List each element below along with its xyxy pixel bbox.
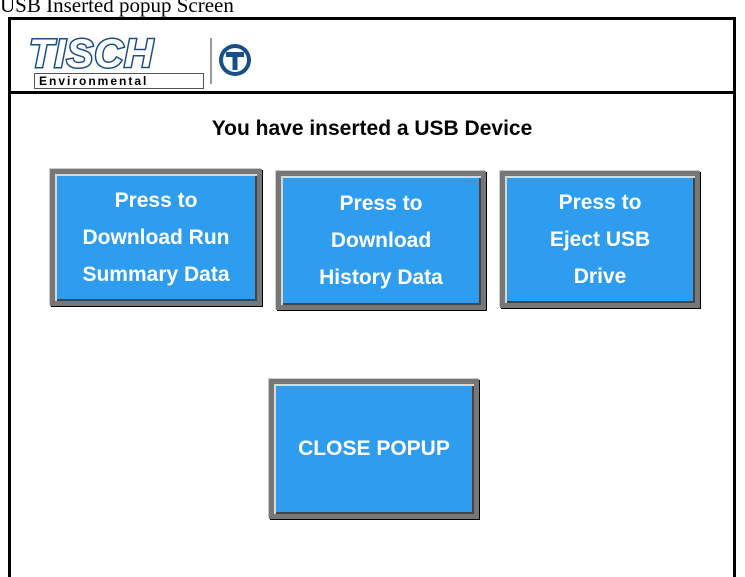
popup-window: TISCH Environmental You have inserted a … [8,17,736,577]
logo-divider [210,38,212,84]
tisch-t-icon [219,44,251,76]
header-divider [11,91,733,94]
logo-wordmark: TISCH [28,32,155,76]
download-history-button[interactable]: Press to Download History Data [276,171,486,310]
header: TISCH Environmental [11,20,733,94]
popup-title: You have inserted a USB Device [211,117,533,140]
logo-subtitle: Environmental [34,73,204,89]
close-popup-button[interactable]: CLOSE POPUP [269,379,479,519]
tisch-logo: TISCH Environmental [28,32,269,89]
download-run-summary-button[interactable]: Press to Download Run Summary Data [50,169,262,306]
eject-usb-button[interactable]: Press to Eject USB Drive [500,171,700,308]
screen-caption: USB Inserted popup Screen [0,0,234,17]
